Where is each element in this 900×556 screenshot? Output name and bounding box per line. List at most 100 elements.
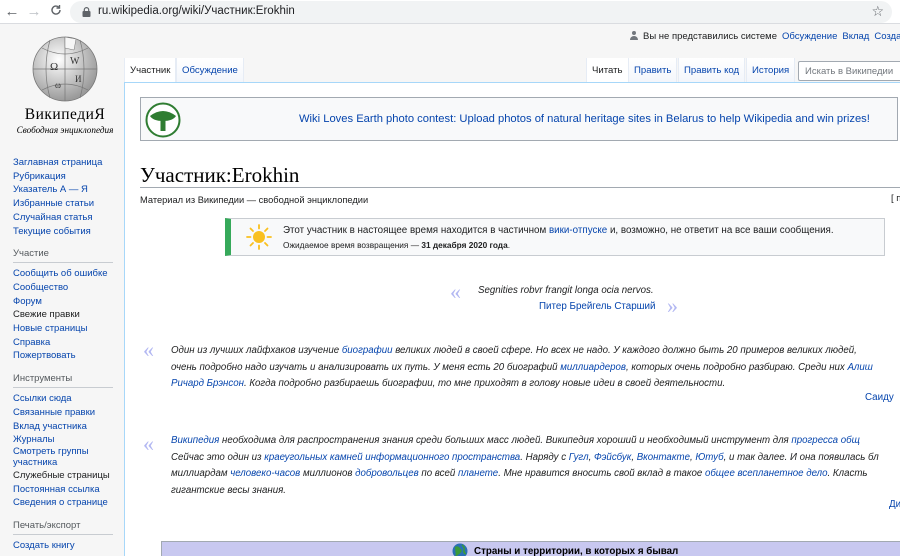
- title-divider: [140, 187, 900, 188]
- back-button[interactable]: ←: [2, 2, 22, 22]
- sidebar-item-forum[interactable]: Форум: [13, 295, 123, 309]
- svg-text:ω: ω: [55, 80, 61, 90]
- sidebar-item-related-changes[interactable]: Связанные правки: [13, 406, 123, 420]
- quote-fragment: очень подробно надо изучать и анализиров…: [171, 361, 561, 373]
- quote-open-mark: «: [450, 279, 461, 304]
- wikibreak-link[interactable]: вики-отпуске: [549, 225, 607, 236]
- sidebar-item-logs[interactable]: Журналы: [13, 433, 123, 447]
- cornerstones-link[interactable]: краеугольных камней информационного прос…: [264, 452, 520, 463]
- quote-author-link[interactable]: Питер Брейгель Старший: [539, 301, 656, 312]
- sidebar: Заглавная страница Рубрикация Указатель …: [13, 156, 123, 556]
- edit-section-link[interactable]: [ п: [891, 193, 900, 204]
- sidebar-item-what-links-here[interactable]: Ссылки сюда: [13, 392, 123, 406]
- notice-text-b: и, возможно, не ответит на все ваши сооб…: [607, 225, 834, 236]
- quote-fragment: необходима для распространения знания ср…: [219, 435, 792, 446]
- quote-line: очень подробно надо изучать и анализиров…: [171, 360, 873, 377]
- sidebar-item-featured[interactable]: Избранные статьи: [13, 197, 123, 211]
- quote-author-link[interactable]: Саиду: [865, 392, 894, 403]
- quote-fragment: Сейчас это один из: [171, 451, 265, 463]
- address-bar[interactable]: ru.wikipedia.org/wiki/Участник:Erokhin ☆: [70, 1, 892, 23]
- quote-close-mark: »: [667, 293, 678, 318]
- forward-button[interactable]: →: [24, 2, 44, 22]
- quote-line: Один из лучших лайфхаков изучение биогра…: [171, 343, 873, 360]
- tab-edit-source[interactable]: Править код: [678, 58, 746, 82]
- tab-edit[interactable]: Править: [628, 58, 678, 82]
- quote-line: гигантские весы знания.: [171, 484, 286, 496]
- facebook-link[interactable]: Фэйсбук: [594, 452, 631, 463]
- return-date-text: Ожидаемое время возвращения — 31 декабря…: [283, 240, 510, 250]
- sidebar-item-permanent-link[interactable]: Постоянная ссылка: [13, 483, 123, 497]
- svg-text:Ω: Ω: [50, 61, 58, 73]
- sidebar-item-donate[interactable]: Пожертвовать: [13, 349, 123, 363]
- wikipedia-link[interactable]: Википедия: [171, 435, 219, 446]
- common-cause-link[interactable]: общее всепланетное дело: [705, 468, 828, 479]
- billionaires-link[interactable]: миллиардеров: [560, 362, 626, 373]
- sidebar-item-view-groups[interactable]: Смотреть группы: [13, 446, 123, 457]
- quote-line: Сейчас это один из краеугольных камней и…: [171, 451, 879, 463]
- sidebar-item-index[interactable]: Указатель А — Я: [13, 183, 123, 197]
- not-logged-in-text: Вы не представились системе: [643, 31, 777, 42]
- quote-fragment: по всей: [418, 468, 458, 479]
- quote-author-link[interactable]: Ди: [889, 499, 900, 510]
- sidebar-item-user-contributions[interactable]: Вклад участника: [13, 420, 123, 434]
- sidebar-item-new-pages[interactable]: Новые страницы: [13, 322, 123, 336]
- sidebar-participation: Участие Сообщить об ошибке Сообщество Фо…: [13, 248, 123, 363]
- personal-tools: Вы не представились системе Обсуждение Вкл…: [630, 31, 900, 45]
- sidebar-item-recent-changes[interactable]: Свежие правки: [13, 308, 123, 322]
- wordmark: ВикипедиЯ: [24, 106, 106, 123]
- sidebar-item-view-groups-cont[interactable]: участника: [13, 457, 123, 469]
- youtube-link[interactable]: Ютуб: [695, 452, 723, 463]
- sidebar-item-create-book[interactable]: Создать книгу: [13, 539, 123, 553]
- planet-link[interactable]: планете: [458, 468, 498, 479]
- personal-contributions-link[interactable]: Вклад: [842, 31, 869, 42]
- personal-talk-link[interactable]: Обсуждение: [782, 31, 837, 42]
- quote-open-mark: «: [143, 337, 154, 362]
- sidebar-item-main-page[interactable]: Заглавная страница: [13, 156, 123, 170]
- sidebar-item-special-pages[interactable]: Служебные страницы: [13, 469, 123, 483]
- banner-text[interactable]: Wiki Loves Earth photo contest: Upload p…: [299, 113, 870, 125]
- tab-user-page[interactable]: Участник: [124, 58, 177, 82]
- biography-link[interactable]: биографии: [342, 345, 393, 356]
- quote-fragment: . Класть: [827, 468, 868, 479]
- wikipedia-logo[interactable]: Ω W И ω ВикипедиЯ Свободная энциклопедия: [10, 28, 120, 138]
- man-hours-link[interactable]: человеко-часов: [230, 468, 300, 479]
- quote-paragraph: Википедия необходима для распространения…: [171, 433, 879, 499]
- quote-line: Ричард Брэнсон. Когда подробно разбираеш…: [171, 376, 873, 393]
- tools-heading: Инструменты: [13, 373, 113, 389]
- sidebar-item-current-events[interactable]: Текущие события: [13, 225, 123, 239]
- progress-link[interactable]: прогресса общ: [791, 435, 859, 446]
- sidebar-item-report-error[interactable]: Сообщить об ошибке: [13, 267, 123, 281]
- create-account-link[interactable]: Создать: [874, 31, 900, 42]
- lock-icon: [82, 7, 91, 17]
- sidebar-item-page-info[interactable]: Сведения о странице: [13, 496, 123, 510]
- sidebar-item-help[interactable]: Справка: [13, 336, 123, 350]
- page-title: Участник:Erokhin: [140, 163, 300, 187]
- reload-icon: [51, 5, 61, 15]
- sidebar-navigation: Заглавная страница Рубрикация Указатель …: [13, 156, 123, 238]
- site-subtitle: Материал из Википедии — свободной энцикл…: [140, 195, 369, 205]
- reload-button[interactable]: [46, 2, 66, 22]
- bookmark-star-icon[interactable]: ☆: [871, 3, 884, 20]
- search-input[interactable]: Искать в Википедии: [798, 61, 900, 81]
- return-date-label: Ожидаемое время возвращения —: [283, 240, 422, 250]
- quote-open-mark: «: [143, 431, 154, 456]
- tab-read[interactable]: Читать: [586, 58, 629, 82]
- tagline: Свободная энциклопедия: [16, 125, 114, 135]
- sidebar-item-random[interactable]: Случайная статья: [13, 211, 123, 225]
- countries-navbox-header[interactable]: Страны и территории, в которых я бывал: [161, 541, 900, 556]
- quote-fragment: . Когда подробно разбираешь биографии, т…: [243, 378, 726, 389]
- sidebar-item-community[interactable]: Сообщество: [13, 281, 123, 295]
- tab-discussion[interactable]: Обсуждение: [176, 58, 244, 82]
- browser-toolbar: ← → ru.wikipedia.org/wiki/Участник:Erokh…: [0, 0, 900, 24]
- volunteers-link[interactable]: добровольцев: [355, 468, 419, 479]
- tab-history[interactable]: История: [746, 58, 796, 82]
- sun-icon: [246, 224, 272, 250]
- branson-link[interactable]: Ричард Брэнсон: [171, 378, 244, 389]
- sidebar-print: Печать/экспорт Создать книгу: [13, 520, 123, 553]
- google-link[interactable]: Гугл: [569, 452, 589, 463]
- vkontakte-link[interactable]: Вконтакте: [637, 452, 690, 463]
- sidebar-item-categories[interactable]: Рубрикация: [13, 170, 123, 184]
- alisher-link[interactable]: Алиш: [847, 362, 872, 373]
- central-notice-banner[interactable]: Wiki Loves Earth photo contest: Upload p…: [140, 97, 898, 141]
- url-text: ru.wikipedia.org/wiki/Участник:Erokhin: [98, 5, 295, 17]
